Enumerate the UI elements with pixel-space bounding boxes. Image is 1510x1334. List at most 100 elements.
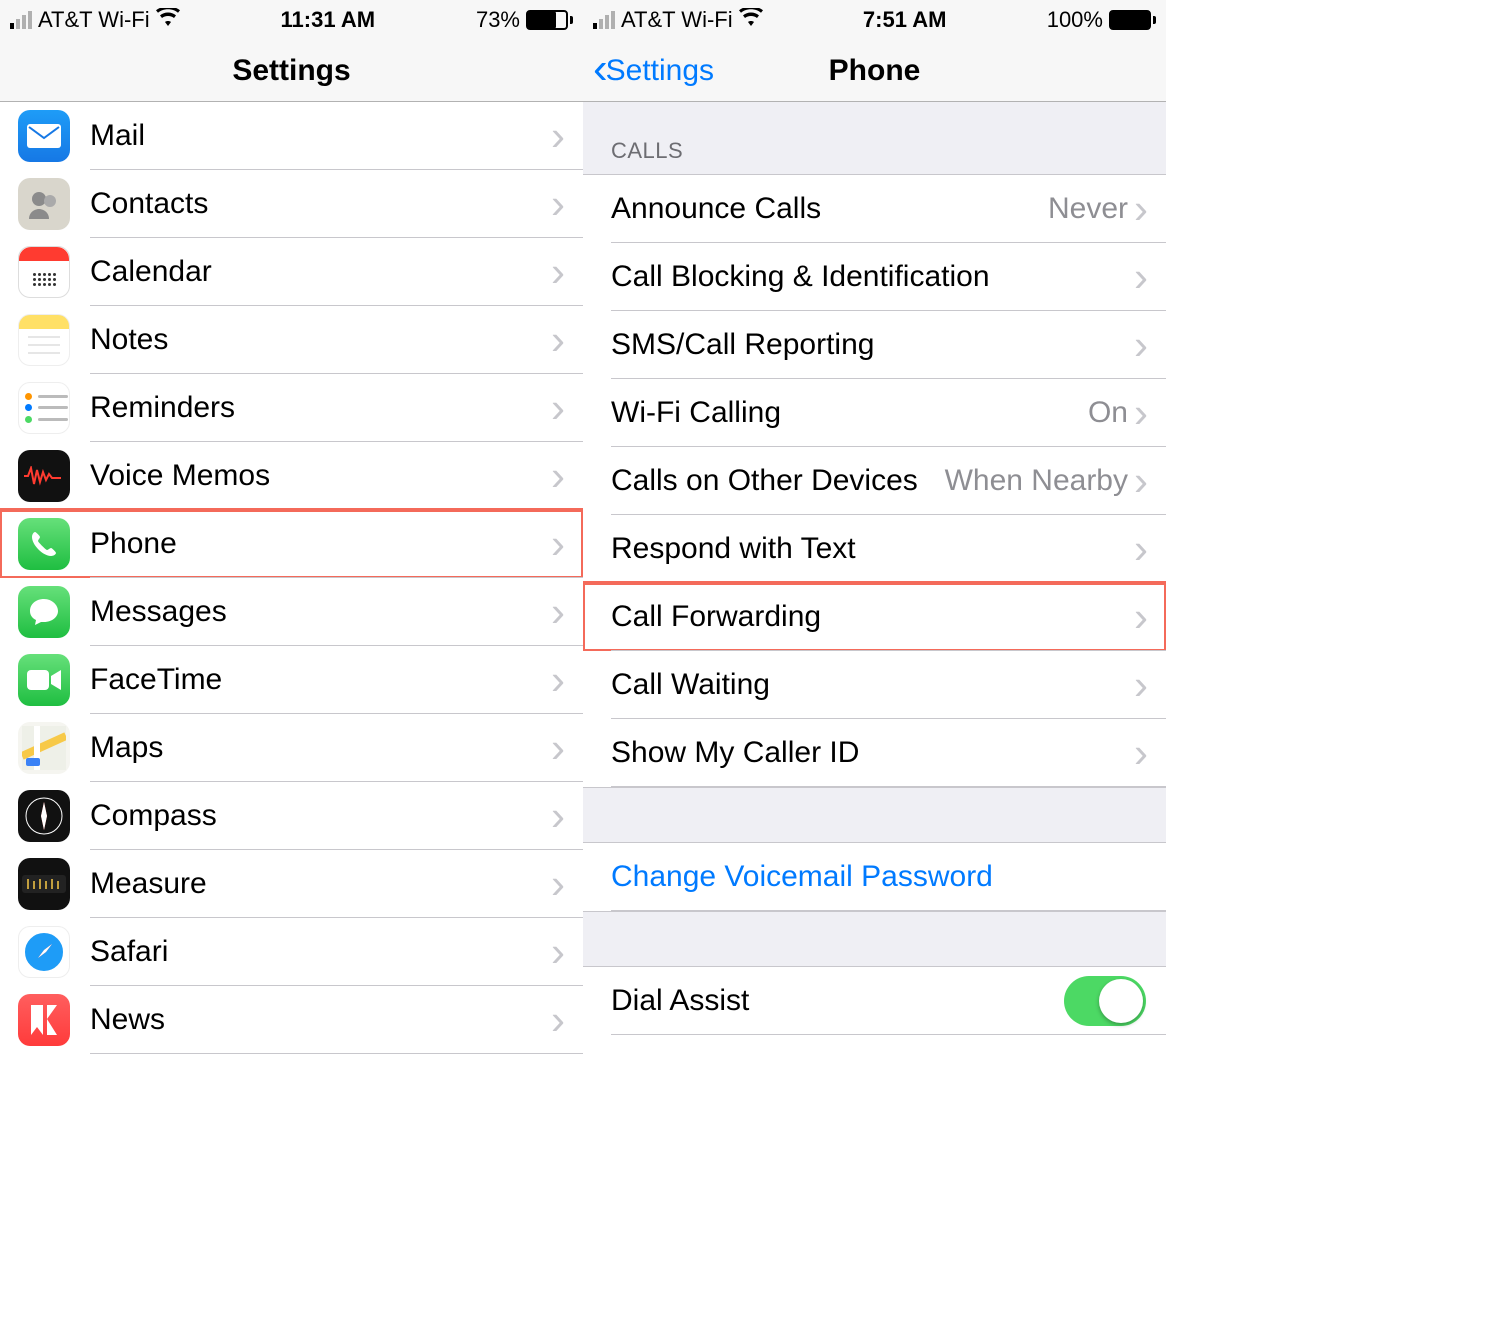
row-label: Calendar [90,255,551,289]
chevron-right-icon: › [551,183,565,225]
news-icon [18,994,70,1046]
back-button[interactable]: ‹ Settings [593,51,714,91]
row-label: SMS/Call Reporting [611,328,1134,362]
row-value: When Nearby [945,464,1128,498]
row-label: Wi-Fi Calling [611,396,1088,430]
signal-icon [593,11,615,29]
back-label: Settings [606,54,714,88]
row-label: Notes [90,323,551,357]
dial-assist-toggle[interactable] [1064,976,1146,1026]
chevron-right-icon: › [551,931,565,973]
settings-row-reminders[interactable]: Reminders› [0,374,583,442]
settings-row-voice-memos[interactable]: Voice Memos› [0,442,583,510]
row-label: Messages [90,595,551,629]
row-label: Call Forwarding [611,600,1134,634]
chevron-right-icon: › [1134,732,1148,774]
row-label: Measure [90,867,551,901]
voicememos-icon [18,450,70,502]
settings-list[interactable]: Mail›Contacts›Calendar›Notes›Reminders›V… [0,102,583,1334]
section-gap [583,787,1166,843]
row-label: News [90,1003,551,1037]
dial-assist-label: Dial Assist [611,984,1064,1018]
chevron-right-icon: › [1134,256,1148,298]
phone-row-announce-calls[interactable]: Announce CallsNever› [583,175,1166,243]
chevron-right-icon: › [551,659,565,701]
chevron-right-icon: › [1134,596,1148,638]
chevron-right-icon: › [551,591,565,633]
settings-row-measure[interactable]: Measure› [0,850,583,918]
settings-row-maps[interactable]: Maps› [0,714,583,782]
safari-icon [18,926,70,978]
change-voicemail-password-cell[interactable]: Change Voicemail Password [583,843,1166,911]
phone-row-call-forwarding[interactable]: Call Forwarding› [583,583,1166,651]
page-title: Settings [232,54,350,88]
chevron-right-icon: › [551,319,565,361]
phone-row-sms-call-reporting[interactable]: SMS/Call Reporting› [583,311,1166,379]
settings-row-compass[interactable]: Compass› [0,782,583,850]
chevron-right-icon: › [1134,664,1148,706]
phone-row-show-my-caller-id[interactable]: Show My Caller ID› [583,719,1166,787]
phone-row-call-blocking-identification[interactable]: Call Blocking & Identification› [583,243,1166,311]
row-label: Show My Caller ID [611,736,1134,770]
nav-header: Settings [0,40,583,102]
battery-percent: 73% [476,7,520,33]
chevron-right-icon: › [551,115,565,157]
notes-icon [18,314,70,366]
row-label: FaceTime [90,663,551,697]
contacts-icon [18,178,70,230]
row-label: Mail [90,119,551,153]
settings-row-facetime[interactable]: FaceTime› [0,646,583,714]
wifi-icon [156,8,180,32]
settings-row-notes[interactable]: Notes› [0,306,583,374]
chevron-right-icon: › [551,863,565,905]
settings-screen: AT&T Wi-Fi 11:31 AM 73% Settings Mail›Co… [0,0,583,1334]
reminders-icon [18,382,70,434]
row-label: Call Blocking & Identification [611,260,1134,294]
clock: 11:31 AM [281,7,376,33]
page-title: Phone [829,54,921,88]
phone-settings-screen: AT&T Wi-Fi 7:51 AM 100% ‹ Settings Phone… [583,0,1166,1334]
battery-icon [526,10,573,30]
mail-icon [18,110,70,162]
row-label: Announce Calls [611,192,1048,226]
chevron-right-icon: › [551,999,565,1041]
chevron-right-icon: › [1134,528,1148,570]
phone-row-respond-with-text[interactable]: Respond with Text› [583,515,1166,583]
messages-icon [18,586,70,638]
chevron-right-icon: › [1134,188,1148,230]
chevron-right-icon: › [551,523,565,565]
carrier-label: AT&T Wi-Fi [621,7,733,33]
wifi-icon [739,8,763,32]
chevron-right-icon: › [551,251,565,293]
phone-row-calls-on-other-devices[interactable]: Calls on Other DevicesWhen Nearby› [583,447,1166,515]
settings-row-news[interactable]: News› [0,986,583,1054]
settings-row-contacts[interactable]: Contacts› [0,170,583,238]
status-bar: AT&T Wi-Fi 11:31 AM 73% [0,0,583,40]
settings-row-phone[interactable]: Phone› [0,510,583,578]
change-voicemail-password-label: Change Voicemail Password [611,860,1166,894]
settings-row-calendar[interactable]: Calendar› [0,238,583,306]
row-label: Compass [90,799,551,833]
signal-icon [10,11,32,29]
chevron-right-icon: › [1134,392,1148,434]
chevron-right-icon: › [551,455,565,497]
chevron-right-icon: › [551,795,565,837]
row-label: Call Waiting [611,668,1134,702]
section-header-calls: CALLS [583,102,1166,175]
settings-row-mail[interactable]: Mail› [0,102,583,170]
row-label: Safari [90,935,551,969]
chevron-right-icon: › [1134,324,1148,366]
maps-icon [18,722,70,774]
phone-icon [18,518,70,570]
chevron-right-icon: › [551,387,565,429]
phone-settings-list[interactable]: CALLS Announce CallsNever›Call Blocking … [583,102,1166,1334]
battery-icon [1109,10,1156,30]
row-label: Phone [90,527,551,561]
settings-row-safari[interactable]: Safari› [0,918,583,986]
settings-row-messages[interactable]: Messages› [0,578,583,646]
facetime-icon [18,654,70,706]
nav-header: ‹ Settings Phone [583,40,1166,102]
dial-assist-cell[interactable]: Dial Assist [583,967,1166,1035]
phone-row-wi-fi-calling[interactable]: Wi-Fi CallingOn› [583,379,1166,447]
phone-row-call-waiting[interactable]: Call Waiting› [583,651,1166,719]
